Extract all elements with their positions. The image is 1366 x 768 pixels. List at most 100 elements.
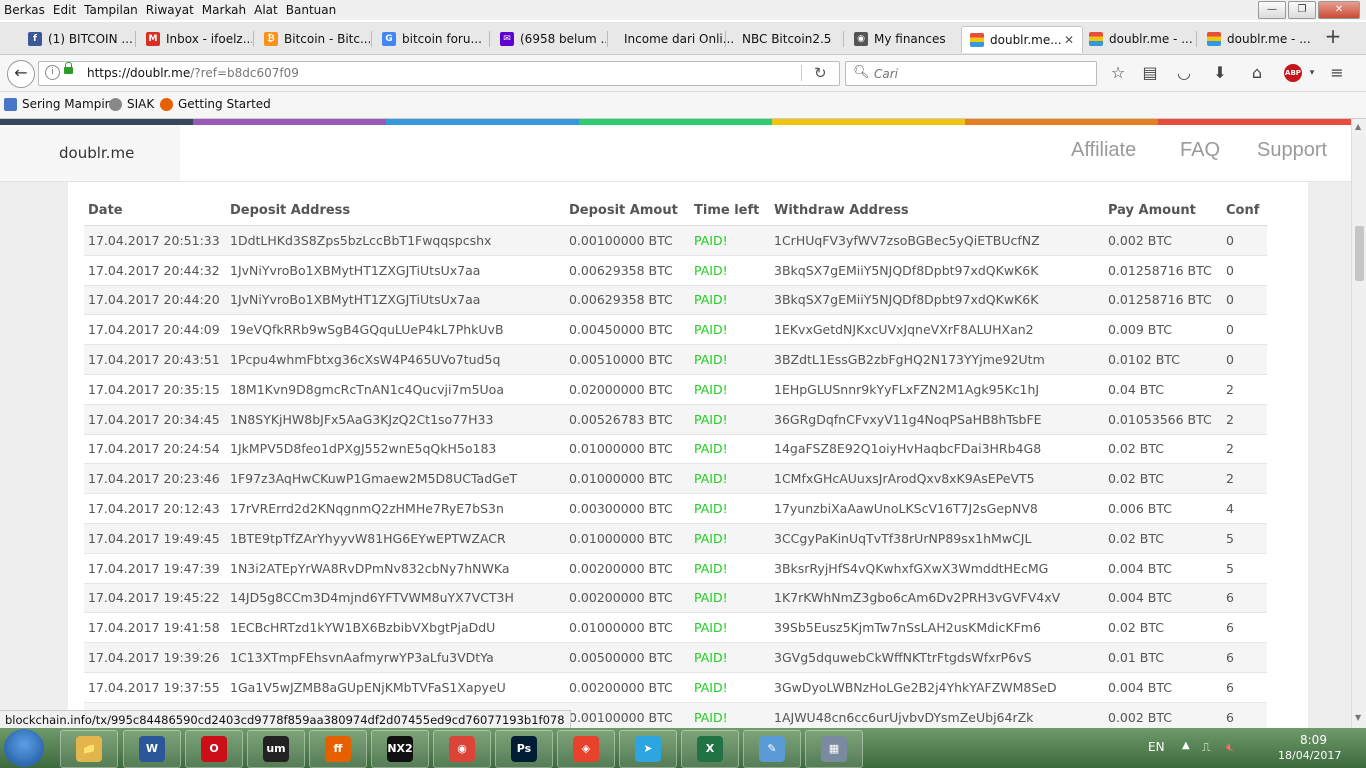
cell-deposit-address[interactable]: 1F97z3AqHwCKuwP1Gmaew2M5D8UCTadGeT	[226, 463, 565, 495]
tab-2[interactable]: ₿ Bitcoin - Bitc...	[256, 26, 370, 52]
table-row[interactable]: 17.04.2017 20:34:45 1N8SYKjHW8bJFx5AaG3KJ…	[84, 404, 1267, 435]
cell-deposit-address[interactable]: 1JvNiYvroBo1XBMytHT1ZXGJTiUtsUx7aa	[226, 255, 565, 286]
cell-deposit-address[interactable]: 17rVRErrd2d2KNqgnmQ2zHMHe7RyE7bS3n	[226, 493, 565, 524]
menu-berkas[interactable]: Berkas	[0, 0, 49, 20]
cell-deposit-address[interactable]: 1JvNiYvroBo1XBMytHT1ZXGJTiUtsUx7aa	[226, 285, 565, 316]
menu-alat[interactable]: Alat	[250, 0, 282, 20]
adblock-plus-icon[interactable]: ABP	[1284, 64, 1302, 82]
tab-0[interactable]: f (1) BITCOIN ...	[20, 26, 134, 52]
table-row[interactable]: 17.04.2017 20:44:20 1JvNiYvroBo1XBMytHT1Z…	[84, 285, 1267, 316]
cell-deposit-address[interactable]: 1ECBcHRTzd1kYW1BX6BzbibVXbgtPjaDdU	[226, 612, 565, 644]
tab-6[interactable]: NBC Bitcoin2.5	[728, 26, 856, 52]
cell-deposit-address[interactable]: 1N8SYKjHW8bJFx5AaG3KJzQ2Ct1so77H33	[226, 404, 565, 435]
bookmark-star-icon[interactable]: ☆	[1107, 62, 1129, 84]
bookmark-sering-mampir[interactable]: Sering Mampir	[4, 97, 110, 111]
scroll-thumb[interactable]	[1355, 226, 1364, 281]
minimize-button[interactable]: —	[1258, 1, 1286, 19]
tab-5[interactable]: Income dari Onli...	[610, 26, 738, 52]
table-row[interactable]: 17.04.2017 19:49:45 1BTE9tpTfZArYhyyvW81H…	[84, 523, 1267, 554]
table-row[interactable]: 17.04.2017 20:44:09 19eVQfkRRb9wSgB4GQquL…	[84, 314, 1267, 346]
cell-deposit-address[interactable]: 14JD5g8CCm3D4mjnd6YFTVWM8uYX7VCT3H	[226, 583, 565, 614]
cell-withdraw-address[interactable]: 3GwDyoLWBNzHoLGe2B2j4YhkYAFZWM8SeD	[770, 672, 1104, 703]
cell-deposit-address[interactable]: 1N3i2ATEpYrWA8RvDPmNv832cbNy7hNWKa	[226, 553, 565, 584]
clock-time[interactable]: 8:09	[1300, 733, 1327, 747]
address-bar[interactable]: i https://doublr.me/?ref=b8dc607f09 ↻	[38, 61, 840, 86]
close-window-button[interactable]: ✕	[1318, 1, 1360, 19]
taskbar-app-3[interactable]: um	[247, 730, 305, 768]
taskbar-app-9[interactable]: ➤	[619, 730, 677, 768]
taskbar-app-10[interactable]: X	[681, 730, 739, 768]
cell-withdraw-address[interactable]: 3GVg5dquwebCkWffNKTtrFtgdsWfxrP6vS	[770, 642, 1104, 673]
cell-withdraw-address[interactable]: 1EHpGLUSnnr9kYyFLxFZN2M1Agk95Kc1hJ	[770, 374, 1104, 405]
close-tab-icon[interactable]: ✕	[1064, 33, 1074, 47]
nav-affiliate[interactable]: Affiliate	[1071, 139, 1136, 162]
bookmarks-list-icon[interactable]: ▤	[1139, 62, 1161, 84]
table-row[interactable]: 17.04.2017 19:37:55 1Ga1V5wJZMB8aGUpENjKM…	[84, 672, 1267, 703]
tab-7[interactable]: ◉ My finances	[846, 26, 960, 52]
site-brand[interactable]: doublr.me	[0, 125, 180, 181]
download-icon[interactable]: ⬇	[1209, 62, 1231, 84]
bookmark-getting-started[interactable]: Getting Started	[160, 97, 271, 111]
back-button[interactable]: ←	[7, 60, 35, 88]
nav-faq[interactable]: FAQ	[1180, 139, 1220, 162]
table-row[interactable]: 17.04.2017 20:44:32 1JvNiYvroBo1XBMytHT1Z…	[84, 255, 1267, 286]
volume-muted-icon[interactable]: 🔇︎	[1226, 740, 1234, 755]
cell-withdraw-address[interactable]: 1K7rKWhNmZ3gbo6cAm6Dv2PRH3vGVFV4xV	[770, 583, 1104, 614]
taskbar-app-4[interactable]: ff	[309, 730, 367, 768]
taskbar-app-2[interactable]: O	[185, 730, 243, 768]
cell-withdraw-address[interactable]: 3BkqSX7gEMiiY5NJQDf8Dpbt97xdQKwK6K	[770, 285, 1104, 316]
home-icon[interactable]: ⌂	[1246, 62, 1268, 84]
chevron-down-icon[interactable]: ▾	[1306, 62, 1318, 84]
table-row[interactable]: 17.04.2017 19:45:22 14JD5g8CCm3D4mjnd6YFT…	[84, 583, 1267, 614]
network-icon[interactable]: ⎍	[1202, 740, 1210, 755]
new-tab-button[interactable]: +	[1322, 26, 1344, 48]
cell-withdraw-address[interactable]: 39Sb5Eusz5KjmTw7nSsLAH2usKMdicKFm6	[770, 612, 1104, 644]
show-hidden-icons-icon[interactable]: ▲	[1182, 740, 1190, 751]
cell-withdraw-address[interactable]: 3BZdtL1EssGB2zbFgHQ2N173YYjme92Utm	[770, 344, 1104, 375]
cell-withdraw-address[interactable]: 1EKvxGetdNJKxcUVxJqneVXrF8ALUHXan2	[770, 314, 1104, 346]
cell-withdraw-address[interactable]: 1CrHUqFV3yfWV7zsoBGBec5yQiETBUcfNZ	[770, 225, 1104, 256]
nav-support[interactable]: Support	[1257, 139, 1327, 162]
tab-9[interactable]: doublr.me - ...	[1081, 26, 1195, 52]
cell-withdraw-address[interactable]: 17yunzbiXaAawUnoLKScV16T7J2sGepNV8	[770, 493, 1104, 524]
clock-date[interactable]: 18/04/2017	[1278, 749, 1341, 762]
table-row[interactable]: 17.04.2017 19:39:26 1C13XTmpFEhsvnAafmyrw…	[84, 642, 1267, 673]
cell-deposit-address[interactable]: 1DdtLHKd3S8Zps5bzLccBbT1Fwqqspcshx	[226, 225, 565, 256]
table-row[interactable]: 17.04.2017 20:12:43 17rVRErrd2d2KNqgnmQ2z…	[84, 493, 1267, 524]
cell-withdraw-address[interactable]: 14gaFSZ8E92Q1oiyHvHaqbcFDai3HRb4G8	[770, 434, 1104, 465]
search-box[interactable]: 🔍︎	[845, 61, 1097, 86]
menu-bantuan[interactable]: Bantuan	[282, 0, 340, 20]
cell-deposit-address[interactable]: 1Pcpu4whmFbtxg36cXsW4P465UVo7tud5q	[226, 344, 565, 375]
menu-tampilan[interactable]: Tampilan	[80, 0, 142, 20]
taskbar-app-12[interactable]: ▦	[805, 730, 863, 768]
taskbar-app-6[interactable]: ◉	[433, 730, 491, 768]
table-row[interactable]: 17.04.2017 20:24:54 1JkMPV5D8feo1dPXgJ552…	[84, 434, 1267, 465]
tab-8[interactable]: doublr.me... ✕	[961, 26, 1083, 53]
maximize-button[interactable]: ❐	[1288, 1, 1316, 19]
table-row[interactable]: 17.04.2017 20:35:15 18M1Kvn9D8gmcRcTnAN1c…	[84, 374, 1267, 405]
table-row[interactable]: 17.04.2017 19:41:58 1ECBcHRTzd1kYW1BX6Bzb…	[84, 612, 1267, 644]
tab-4[interactable]: ✉ (6958 belum ...	[492, 26, 606, 52]
taskbar-app-8[interactable]: ◈	[557, 730, 615, 768]
table-row[interactable]: 17.04.2017 20:43:51 1Pcpu4whmFbtxg36cXsW4…	[84, 344, 1267, 375]
start-button[interactable]	[4, 729, 44, 767]
taskbar-app-1[interactable]: W	[123, 730, 181, 768]
taskbar-app-11[interactable]: ✎	[743, 730, 801, 768]
cell-deposit-address[interactable]: 19eVQfkRRb9wSgB4GQquLUeP4kL7PhkUvB	[226, 314, 565, 346]
cell-withdraw-address[interactable]: 3BksrRyjHfS4vQKwhxfGXwX3WmddtHEcMG	[770, 553, 1104, 584]
pocket-icon[interactable]: ◡	[1173, 62, 1195, 84]
scroll-up-icon[interactable]: ▲	[1355, 122, 1361, 131]
cell-withdraw-address[interactable]: 36GRgDqfnCFvxyV11g4NoqPSaHB8hTsbFE	[770, 404, 1104, 435]
url-text[interactable]: https://doublr.me/?ref=b8dc607f09	[87, 66, 299, 80]
reload-icon[interactable]: ↻	[814, 64, 827, 82]
table-row[interactable]: 17.04.2017 20:23:46 1F97z3AqHwCKuwP1Gmaew…	[84, 463, 1267, 495]
scroll-down-icon[interactable]: ▼	[1355, 713, 1361, 722]
cell-deposit-address[interactable]: 1BTE9tpTfZArYhyyvW81HG6EYwEPTWZACR	[226, 523, 565, 554]
page-scrollbar[interactable]: ▲ ▼	[1351, 119, 1366, 728]
cell-withdraw-address[interactable]: 1CMfxGHcAUuxsJrArodQxv8xK9AsEPeVT5	[770, 463, 1104, 495]
table-row[interactable]: 17.04.2017 20:51:33 1DdtLHKd3S8Zps5bzLccB…	[84, 225, 1267, 256]
menu-riwayat[interactable]: Riwayat	[142, 0, 198, 20]
menu-edit[interactable]: Edit	[49, 0, 80, 20]
cell-deposit-address[interactable]: 1C13XTmpFEhsvnAafmyrwYP3aLfu3VDtYa	[226, 642, 565, 673]
cell-withdraw-address[interactable]: 3CCgyPaKinUqTvTf38rUrNP89sx1hMwCJL	[770, 523, 1104, 554]
